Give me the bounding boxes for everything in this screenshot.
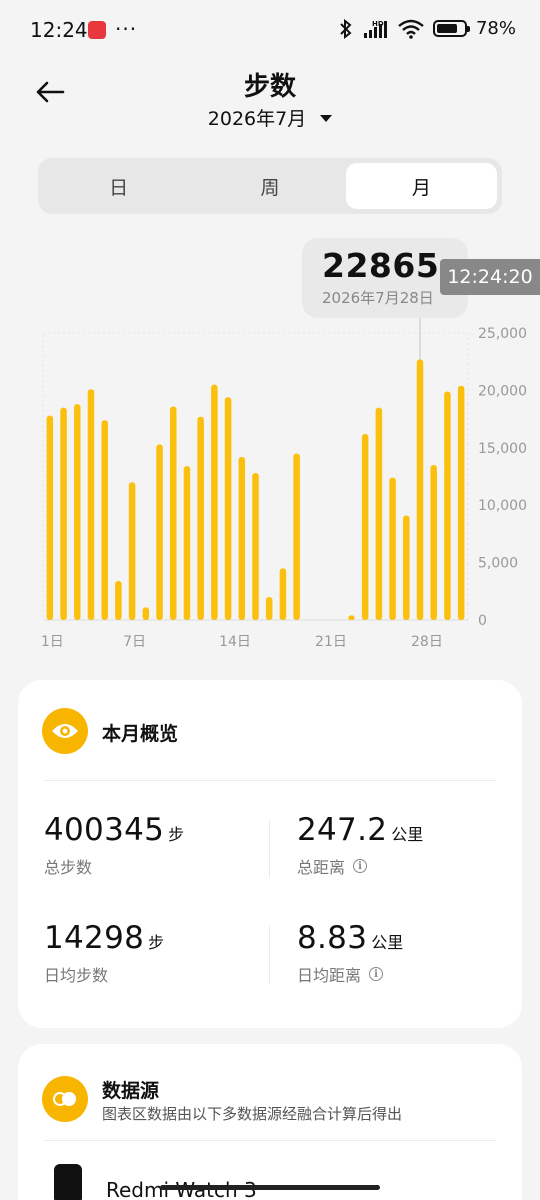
chart-bar bbox=[375, 407, 383, 620]
stat-daily-avg-distance: 8.83 公里 日均距离 i bbox=[297, 920, 403, 986]
tab-week[interactable]: 周 bbox=[194, 163, 345, 209]
y-tick-label: 25,000 bbox=[478, 326, 527, 342]
divider bbox=[269, 820, 270, 878]
x-tick-label: 1日 bbox=[41, 634, 64, 650]
stat-unit: 步 bbox=[148, 933, 165, 952]
stat-label: 日均距离 bbox=[297, 966, 362, 985]
chart-bar bbox=[211, 384, 218, 620]
stat-label: 总距离 bbox=[297, 858, 346, 877]
chart-bar bbox=[60, 407, 67, 620]
chart-bar bbox=[416, 359, 424, 620]
steps-bar-chart[interactable]: 0 5,000 10,000 15,000 20,000 25,000 1日 7日 14日 21日… bbox=[0, 318, 540, 658]
battery-level bbox=[436, 24, 458, 33]
chart-bar bbox=[361, 434, 369, 620]
chart-bar bbox=[252, 473, 259, 620]
chart-bar bbox=[457, 385, 465, 620]
period-tabs: 日 周 月 bbox=[38, 158, 502, 214]
chart-bar bbox=[115, 580, 122, 620]
chart-bar bbox=[403, 515, 410, 620]
eye-icon bbox=[42, 708, 88, 754]
battery-icon bbox=[432, 20, 470, 37]
status-bar: 12:24 ··· HD 78% bbox=[0, 0, 540, 62]
divider bbox=[269, 926, 270, 984]
status-time: 12:24 bbox=[30, 18, 88, 42]
chart-bar bbox=[156, 444, 163, 620]
app-notification-icon bbox=[88, 21, 106, 39]
overview-title: 本月概览 bbox=[102, 723, 179, 745]
stat-value: 14298 bbox=[44, 920, 145, 956]
data-source-title: 数据源 bbox=[102, 1080, 160, 1102]
stat-unit: 步 bbox=[168, 825, 185, 844]
chart-bar bbox=[444, 391, 451, 620]
watch-icon bbox=[54, 1164, 82, 1200]
chart-bar bbox=[224, 397, 232, 620]
tab-day[interactable]: 日 bbox=[43, 163, 194, 209]
divider bbox=[44, 1140, 496, 1141]
chart-bar bbox=[389, 477, 396, 620]
stat-value: 247.2 bbox=[297, 812, 388, 848]
month-label: 2026年7月 bbox=[207, 108, 307, 130]
stat-label: 日均步数 bbox=[44, 966, 109, 985]
data-source-icon bbox=[42, 1076, 88, 1122]
stat-value: 400345 bbox=[44, 812, 165, 848]
x-tick-label: 7日 bbox=[123, 634, 146, 650]
stat-total-steps: 400345 步 总步数 bbox=[44, 812, 184, 878]
chart-bar bbox=[74, 404, 81, 620]
info-icon[interactable]: i bbox=[369, 967, 384, 981]
y-tick-label: 5,000 bbox=[478, 556, 518, 572]
divider bbox=[44, 780, 496, 781]
stat-unit: 公里 bbox=[371, 933, 404, 952]
chart-bar bbox=[293, 453, 300, 620]
wifi-icon bbox=[398, 19, 424, 39]
info-icon[interactable]: i bbox=[353, 859, 368, 873]
chart-bar bbox=[197, 416, 204, 620]
monthly-overview-card: 本月概览 400345 步 总步数 247.2 公里 总距离 i 14298 步 日均步… bbox=[18, 680, 522, 1028]
chart-bar bbox=[101, 420, 108, 620]
hd-label: HD bbox=[372, 20, 384, 28]
chart-bar bbox=[142, 607, 150, 620]
chart-bar bbox=[430, 465, 437, 620]
status-indicators: HD 78% bbox=[338, 18, 516, 39]
more-notifications-icon: ··· bbox=[115, 17, 138, 41]
stat-unit: 公里 bbox=[391, 825, 424, 844]
stat-value: 8.83 bbox=[297, 920, 368, 956]
home-indicator[interactable] bbox=[160, 1185, 380, 1190]
chart-bar bbox=[87, 389, 95, 620]
y-tick-label: 10,000 bbox=[478, 498, 527, 514]
battery-percent: 78% bbox=[475, 18, 516, 39]
data-source-description: 图表区数据由以下多数据源经融合计算后得出 bbox=[102, 1105, 403, 1123]
x-tick-label: 14日 bbox=[219, 634, 251, 650]
cellular-signal-icon: HD bbox=[363, 20, 387, 38]
x-tick-label: 28日 bbox=[411, 634, 443, 650]
page-title: 步数 bbox=[243, 72, 296, 102]
month-picker[interactable]: 2026年7月 bbox=[0, 104, 540, 131]
data-source-card: 数据源 图表区数据由以下多数据源经融合计算后得出 Redmi Watch 3 bbox=[18, 1044, 522, 1200]
y-tick-label: 0 bbox=[478, 613, 487, 629]
time-overlay: 12:24:20 bbox=[440, 259, 540, 295]
chart-bar bbox=[128, 482, 136, 620]
y-tick-label: 20,000 bbox=[478, 383, 527, 399]
stat-label: 总步数 bbox=[44, 858, 93, 877]
y-tick-label: 15,000 bbox=[478, 441, 527, 457]
chart-bar bbox=[348, 615, 355, 620]
chart-bar bbox=[265, 597, 273, 620]
stat-total-distance: 247.2 公里 总距离 i bbox=[297, 812, 423, 878]
x-tick-label: 21日 bbox=[315, 634, 347, 650]
tab-month[interactable]: 月 bbox=[345, 163, 497, 209]
stat-daily-avg-steps: 14298 步 日均步数 bbox=[44, 920, 164, 986]
caret-down-icon bbox=[320, 115, 333, 122]
chart-bar bbox=[183, 466, 191, 620]
chart-bar bbox=[279, 568, 287, 620]
chart-bar bbox=[46, 415, 54, 620]
bluetooth-icon bbox=[340, 18, 352, 39]
chart-bar bbox=[238, 456, 246, 620]
tooltip-value: 22865 bbox=[322, 246, 440, 285]
chart-bar bbox=[169, 406, 177, 620]
